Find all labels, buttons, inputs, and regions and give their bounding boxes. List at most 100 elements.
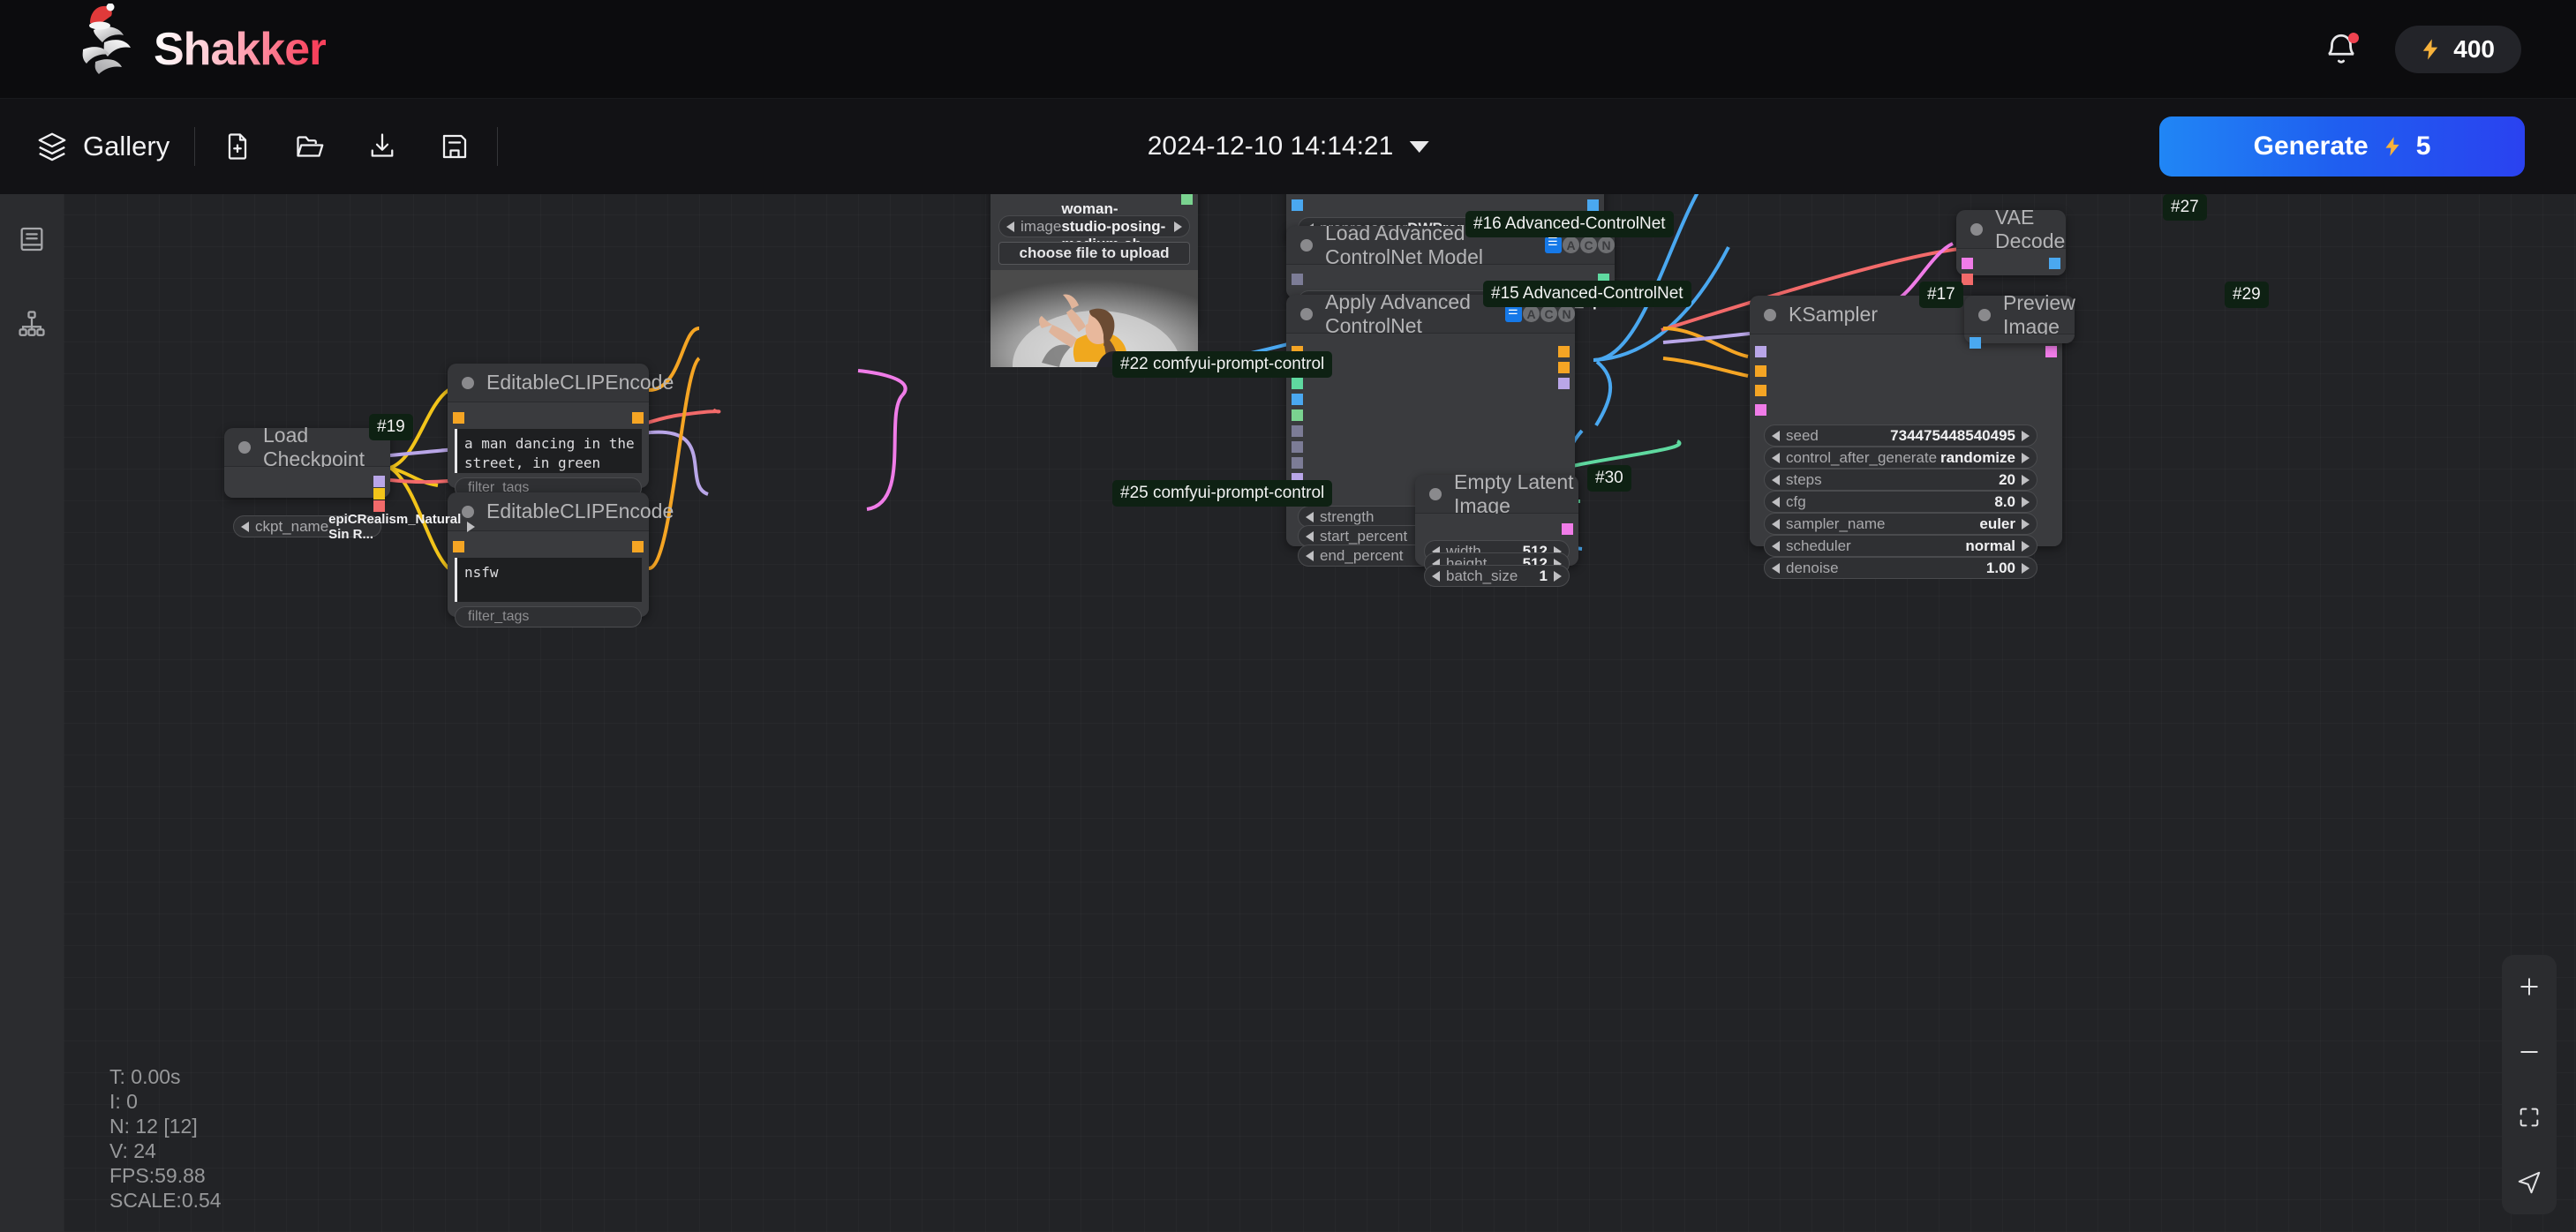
zoom-out-icon[interactable] [2512, 1034, 2547, 1070]
node-load-image[interactable]: Load Image image woman-studio-posing-med… [990, 194, 1198, 328]
widget-ckpt-name[interactable]: ckpt_name epiCRealism_Natural Sin R... [233, 515, 381, 537]
widget-next-arrow[interactable] [2022, 497, 2030, 507]
port-images-in[interactable] [1970, 337, 1981, 349]
node-editable-clip-encode-negative[interactable]: EditableCLIPEncode nsfw filter_tags [448, 492, 649, 617]
fit-view-icon[interactable] [2512, 1100, 2547, 1135]
node-collapse-dot[interactable] [1764, 309, 1776, 321]
port-model-in[interactable] [1755, 346, 1766, 357]
node-collapse-dot[interactable] [1978, 309, 1991, 321]
widget-batch-size[interactable]: batch_size 1 [1424, 565, 1570, 587]
port-clip-in[interactable] [453, 412, 464, 424]
port-image-out[interactable] [1587, 199, 1599, 211]
port-control-net-in[interactable] [1292, 378, 1303, 389]
port-conditioning-out[interactable] [632, 412, 644, 424]
port-mask-out[interactable] [1181, 194, 1193, 205]
widget-prev-arrow[interactable] [1772, 497, 1780, 507]
open-folder-icon[interactable] [292, 129, 328, 164]
new-file-icon[interactable] [220, 129, 255, 164]
port-latent-out[interactable] [1562, 523, 1573, 535]
port-clip-out[interactable] [373, 488, 385, 500]
widget-steps[interactable]: steps 20 [1764, 469, 2037, 491]
port-clip-in[interactable] [453, 541, 464, 552]
node-editable-clip-encode-positive[interactable]: EditableCLIPEncode a man dancing in the … [448, 364, 649, 488]
gallery-button[interactable]: Gallery [35, 130, 169, 163]
widget-prev-arrow[interactable] [1772, 563, 1780, 574]
widget-prev-arrow[interactable] [241, 522, 249, 532]
save-icon[interactable] [437, 129, 472, 164]
port-mask-in[interactable] [1292, 409, 1303, 421]
widget-cfg[interactable]: cfg 8.0 [1764, 491, 2037, 513]
widget-next-arrow[interactable] [1554, 571, 1562, 582]
port-model-out[interactable] [1558, 378, 1570, 389]
widget-next-arrow[interactable] [2022, 541, 2030, 552]
node-preview-image-right[interactable]: Preview Image [1964, 296, 2075, 343]
port-positive-in[interactable] [1755, 365, 1766, 377]
widget-prev-arrow[interactable] [1306, 551, 1314, 561]
pointer-icon[interactable] [2512, 1165, 2547, 1200]
port-samples-in[interactable] [1962, 258, 1973, 269]
node-collapse-dot[interactable] [238, 441, 251, 454]
workflow-title-dropdown[interactable]: 2024-12-10 14:14:21 [1148, 131, 1429, 162]
node-collapse-dot[interactable] [1300, 308, 1313, 320]
widget-next-arrow[interactable] [2022, 475, 2030, 485]
widget-image[interactable]: image woman-studio-posing-medium-sh... [998, 215, 1190, 237]
node-collapse-dot[interactable] [1300, 239, 1313, 252]
port-latent-kf-in[interactable] [1292, 441, 1303, 453]
port-timestep-kf-in[interactable] [1292, 425, 1303, 437]
zoom-in-icon[interactable] [2512, 969, 2547, 1004]
port-model-optional-in[interactable] [1292, 457, 1303, 469]
widget-next-arrow[interactable] [2022, 519, 2030, 530]
widget-scheduler[interactable]: scheduler normal [1764, 535, 2037, 557]
port-positive-out[interactable] [1558, 346, 1570, 357]
port-vae-out[interactable] [373, 500, 385, 512]
widget-prev-arrow[interactable] [1432, 571, 1440, 582]
port-image-out[interactable] [2049, 258, 2060, 269]
widget-prev-arrow[interactable] [1306, 512, 1314, 522]
node-collapse-dot[interactable] [1970, 223, 1983, 236]
node-empty-latent-image[interactable]: Empty Latent Image width 512 height 512 … [1415, 475, 1578, 566]
port-image-in[interactable] [1292, 199, 1303, 211]
widget-prev-arrow[interactable] [1772, 431, 1780, 441]
port-model-out[interactable] [373, 476, 385, 487]
credits-pill[interactable]: 400 [2395, 26, 2521, 73]
widget-denoise[interactable]: denoise 1.00 [1764, 557, 2037, 579]
brand-logo[interactable]: Shakker [78, 23, 326, 76]
filter-tags-input-negative[interactable]: filter_tags [455, 606, 642, 627]
port-vae-in[interactable] [1962, 274, 1973, 285]
port-latent-image-in[interactable] [1755, 404, 1766, 416]
port-image-in[interactable] [1292, 394, 1303, 405]
widget-seed[interactable]: seed 734475448540495 [1764, 424, 2037, 447]
widget-sampler-name[interactable]: sampler_name euler [1764, 513, 2037, 535]
download-icon[interactable] [365, 129, 400, 164]
widget-prev-arrow[interactable] [1006, 222, 1014, 232]
prompt-textarea-positive[interactable]: a man dancing in the street, in green su… [455, 429, 642, 473]
prompt-textarea-negative[interactable]: nsfw [455, 558, 642, 602]
widget-prev-arrow[interactable] [1772, 475, 1780, 485]
node-collapse-dot[interactable] [462, 377, 474, 389]
node-load-checkpoint[interactable]: Load Checkpoint ckpt_name epiCRealism_Na… [224, 428, 390, 498]
notifications-button[interactable] [2323, 31, 2360, 68]
notes-icon[interactable] [11, 219, 52, 259]
widget-next-arrow[interactable] [2022, 453, 2030, 463]
widget-prev-arrow[interactable] [1772, 541, 1780, 552]
widget-next-arrow[interactable] [467, 522, 475, 532]
choose-file-button[interactable]: choose file to upload [998, 242, 1190, 265]
port-latent-out[interactable] [2045, 346, 2057, 357]
port-tk-optional-in[interactable] [1292, 274, 1303, 285]
node-collapse-dot[interactable] [462, 506, 474, 518]
port-negative-out[interactable] [1558, 362, 1570, 373]
node-vae-decode[interactable]: VAE Decode [1956, 210, 2066, 275]
widget-prev-arrow[interactable] [1306, 531, 1314, 542]
widget-next-arrow[interactable] [2022, 563, 2030, 574]
widget-next-arrow[interactable] [1174, 222, 1182, 232]
generate-button[interactable]: Generate 5 [2159, 116, 2525, 177]
widget-next-arrow[interactable] [2022, 431, 2030, 441]
port-negative-in[interactable] [1755, 385, 1766, 396]
widget-control-after-generate[interactable]: control_after_generate randomize [1764, 447, 2037, 469]
port-conditioning-out[interactable] [632, 541, 644, 552]
widget-prev-arrow[interactable] [1772, 519, 1780, 530]
workflow-canvas[interactable]: #13 Load Image image woman-studio-posing… [64, 194, 2576, 1232]
widget-prev-arrow[interactable] [1772, 453, 1780, 463]
workflow-tree-icon[interactable] [11, 304, 52, 344]
node-collapse-dot[interactable] [1429, 488, 1442, 500]
